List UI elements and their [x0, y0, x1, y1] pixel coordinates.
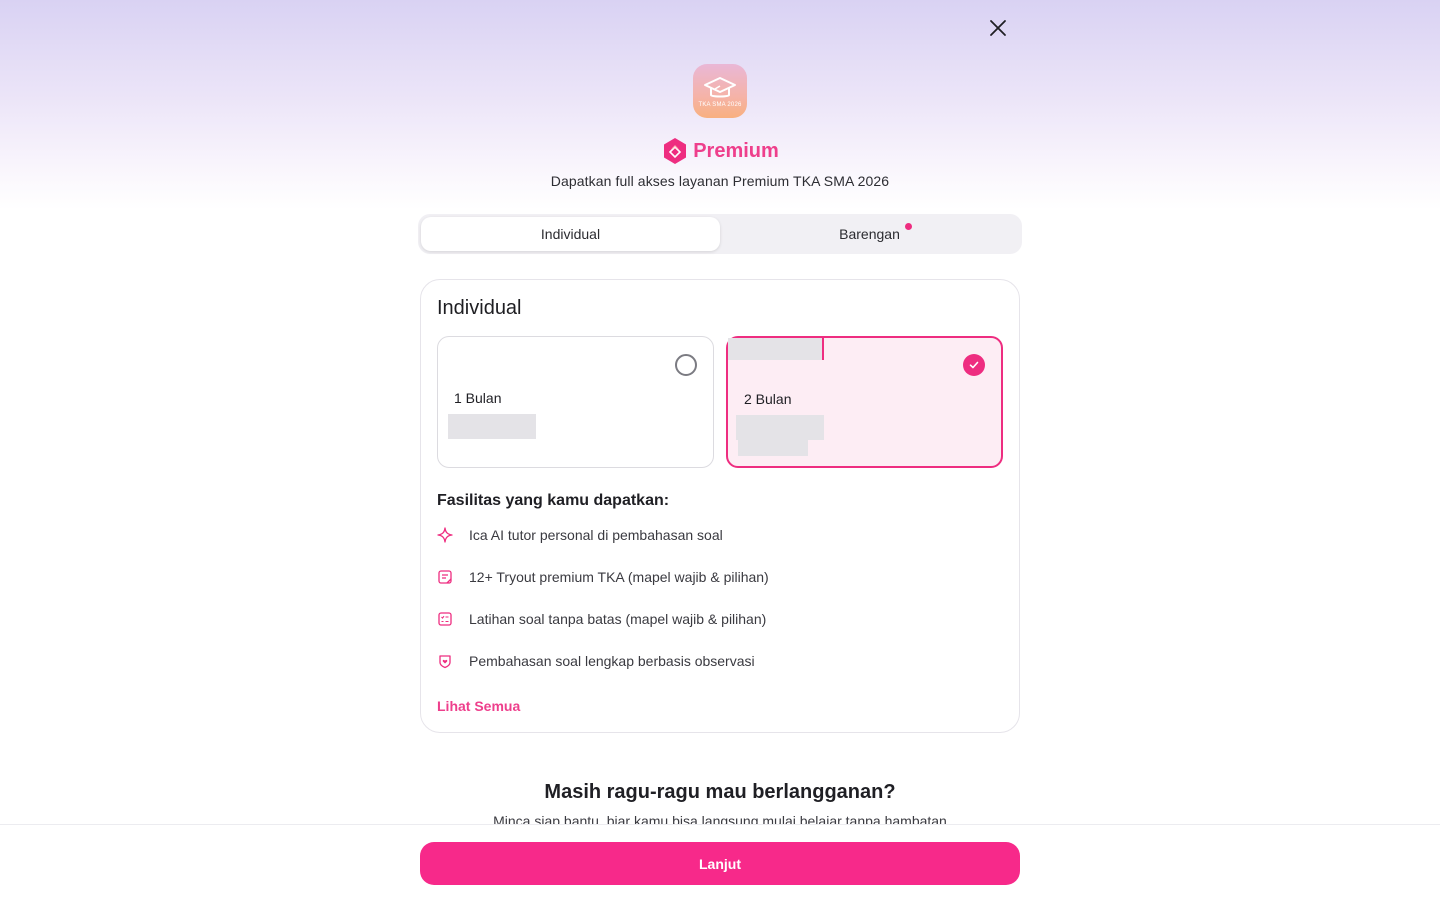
feature-text: Ica AI tutor personal di pembahasan soal: [469, 527, 723, 543]
plan-option-2-bulan[interactable]: 2 Bulan: [726, 336, 1003, 468]
premium-heading: Premium: [0, 137, 1440, 165]
facilities-title: Fasilitas yang kamu dapatkan:: [437, 492, 670, 509]
hesitate-title: Masih ragu-ragu mau berlangganan?: [544, 781, 896, 803]
see-all-link[interactable]: Lihat Semua: [437, 698, 520, 714]
close-icon: [990, 20, 1006, 36]
plan-type-tabs: Individual Barengan: [418, 214, 1022, 254]
feature-item: Latihan soal tanpa batas (mapel wajib & …: [437, 611, 766, 627]
tab-individual[interactable]: Individual: [421, 217, 720, 251]
redacted-badge: [728, 338, 824, 360]
feature-text: Latihan soal tanpa batas (mapel wajib & …: [469, 611, 767, 627]
premium-label: Premium: [693, 139, 779, 162]
tab-label: Individual: [540, 226, 601, 242]
app-logo: TKA SMA 2026: [693, 64, 747, 118]
feature-item: Pembahasan soal lengkap berbasis observa…: [437, 653, 755, 669]
graduation-cap-icon: [704, 76, 736, 97]
continue-button[interactable]: Lanjut: [420, 842, 1020, 885]
tab-label: Barengan: [839, 226, 900, 242]
checklist-icon: [437, 611, 453, 627]
app-logo-text: TKA SMA 2026: [698, 101, 742, 108]
redacted-price: [736, 415, 824, 440]
plan-label: 2 Bulan: [744, 391, 792, 407]
card-title: Individual: [437, 297, 522, 319]
redacted-price-note: [738, 440, 808, 456]
note-icon: [437, 569, 453, 585]
sparkle-icon: [437, 527, 453, 543]
feature-item: 12+ Tryout premium TKA (mapel wajib & pi…: [437, 569, 769, 585]
plan-label: 1 Bulan: [454, 390, 502, 406]
feature-item: Ica AI tutor personal di pembahasan soal: [437, 527, 723, 543]
radio-unselected-icon: [675, 354, 697, 376]
feature-text: 12+ Tryout premium TKA (mapel wajib & pi…: [469, 569, 769, 585]
shield-heart-icon: [437, 653, 453, 669]
close-button[interactable]: [984, 14, 1012, 42]
redacted-price: [448, 414, 536, 439]
feature-text: Pembahasan soal lengkap berbasis observa…: [469, 653, 755, 669]
tab-barengan[interactable]: Barengan: [720, 217, 1019, 251]
premium-icon: [664, 138, 687, 164]
bottom-action-bar: Lanjut: [0, 824, 1440, 900]
page-subtitle: Dapatkan full akses layanan Premium TKA …: [550, 173, 890, 189]
notification-dot: [905, 223, 912, 230]
check-selected-icon: [963, 354, 985, 376]
plan-card: Individual 1 Bulan 2 Bulan Fasilitas yan…: [420, 279, 1020, 733]
plan-option-1-bulan[interactable]: 1 Bulan: [437, 336, 714, 468]
